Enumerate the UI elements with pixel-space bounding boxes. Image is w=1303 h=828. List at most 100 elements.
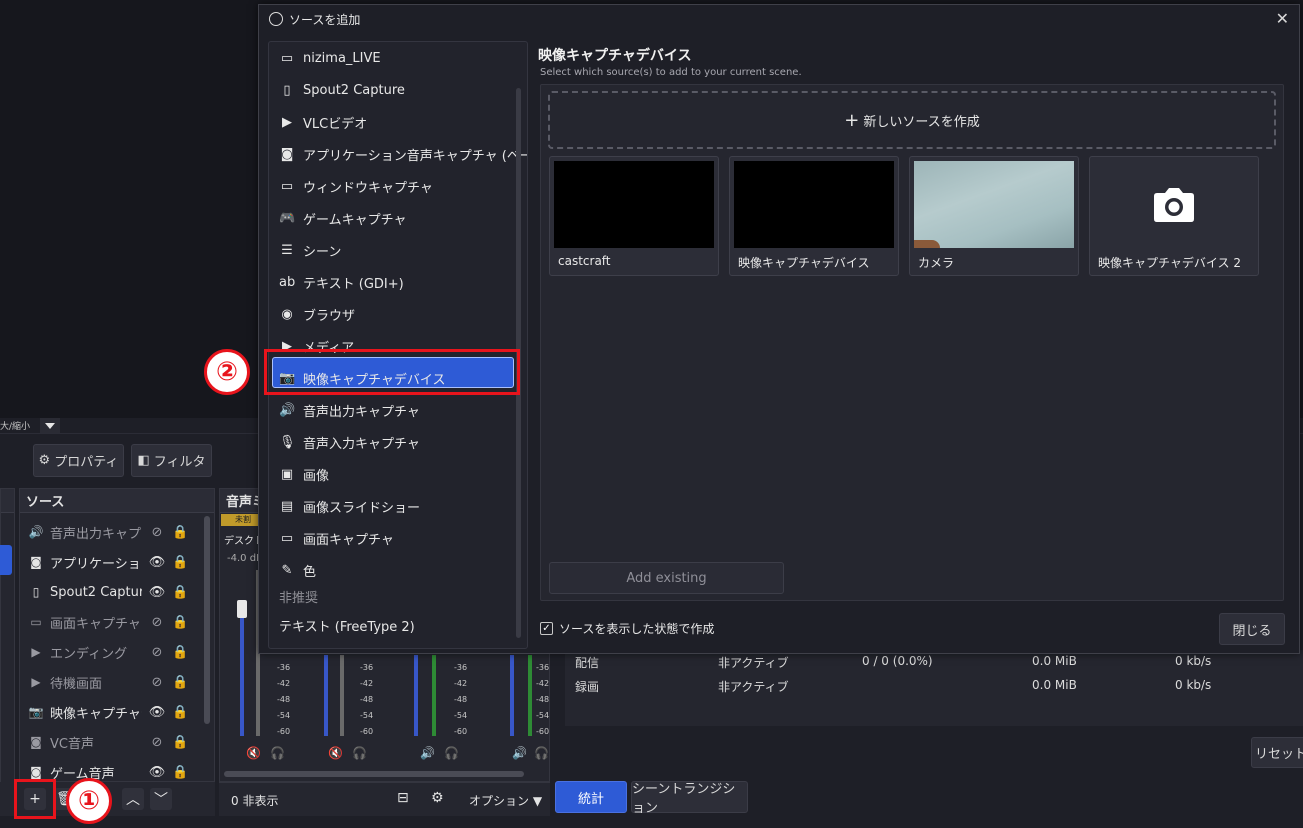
lock-icon[interactable]: 🔒 <box>172 675 188 690</box>
source-type-item[interactable]: ▯ Spout2 Capture <box>279 74 405 106</box>
eye-hidden-icon[interactable]: ⊘ <box>148 615 166 630</box>
eye-icon[interactable]: 👁 <box>148 765 166 780</box>
source-type-label: 色 <box>303 564 317 580</box>
source-item[interactable]: 📷 映像キャプチャデバ 👁 🔒 <box>28 697 208 727</box>
source-type-item[interactable]: ab テキスト (GDI+) <box>279 266 404 298</box>
visible-checkbox[interactable]: ✓ <box>540 622 553 635</box>
muted-speaker-icon[interactable]: 🔇 <box>246 746 261 760</box>
headphones-icon[interactable]: 🎧 <box>352 746 367 760</box>
source-item-label: 音声出力キャプチ <box>50 526 142 542</box>
mixer-scrollbar[interactable] <box>224 771 524 777</box>
zoom-dropdown[interactable] <box>40 418 60 433</box>
options-label: オプション <box>469 794 530 808</box>
source-type-item[interactable]: ▤ 画像スライドショー <box>279 490 420 522</box>
source-type-item[interactable]: ◙ アプリケーション音声キャプチャ (ベータ版) <box>279 138 527 170</box>
headphones-icon[interactable]: 🎧 <box>444 746 459 760</box>
source-item[interactable]: ▶ 待機画面 ⊘ 🔒 <box>28 667 208 697</box>
create-new-source-button[interactable]: + 新しいソースを作成 <box>548 91 1276 149</box>
source-type-item[interactable]: 🎮 ゲームキャプチャ <box>279 202 406 234</box>
eye-hidden-icon[interactable]: ⊘ <box>148 675 166 690</box>
close-button[interactable]: 閉じる <box>1219 613 1285 645</box>
meter-scale: -36 -42 -48 -54 -60 <box>277 663 291 736</box>
eye-icon[interactable]: 👁 <box>148 555 166 570</box>
existing-source-card[interactable]: 映像キャプチャデバイス 2 <box>1089 156 1259 276</box>
lock-icon[interactable]: 🔒 <box>172 765 188 780</box>
volume-meter <box>240 618 244 736</box>
meter-scale: -36 -42 -48 -54 -60 <box>360 663 374 736</box>
source-type-label: テキスト (GDI+) <box>303 276 404 292</box>
eye-icon[interactable]: 👁 <box>148 585 166 600</box>
source-type-item[interactable]: ◉ ブラウザ <box>279 298 355 330</box>
source-type-item[interactable]: ▶ VLCビデオ <box>279 106 367 138</box>
source-item[interactable]: ▭ 画面キャプチャ ⊘ 🔒 <box>28 607 208 637</box>
sources-dock-title: ソース <box>20 489 214 513</box>
source-item[interactable]: ▶ エンディング ⊘ 🔒 <box>28 637 208 667</box>
filters-button[interactable]: ◧ フィルタ <box>131 444 212 477</box>
source-item-label: エンディング <box>50 646 128 662</box>
source-item-label: VC音声 <box>50 736 94 752</box>
image-icon: ▣ <box>280 466 294 482</box>
zoom-label: 大/縮小 <box>0 422 31 432</box>
lock-icon[interactable]: 🔒 <box>172 705 188 720</box>
add-existing-button[interactable]: Add existing <box>549 562 784 594</box>
audio-output-icon: 🔊 <box>28 525 44 539</box>
source-item-label: Spout2 Capture <box>50 584 142 600</box>
move-down-button[interactable]: ﹀ <box>150 788 172 810</box>
dialog-titlebar: ソースを追加 <box>259 5 1299 33</box>
properties-button[interactable]: ⚙ プロパティ <box>33 444 124 477</box>
eye-hidden-icon[interactable]: ⊘ <box>148 525 166 540</box>
lock-icon[interactable]: 🔒 <box>172 735 188 750</box>
source-type-item[interactable]: ▭ 画面キャプチャ <box>279 522 394 554</box>
reset-button[interactable]: リセット <box>1251 737 1303 768</box>
source-type-item[interactable]: ✎ 色 <box>279 554 316 586</box>
move-up-button[interactable]: ︿ <box>122 788 144 810</box>
headphones-icon[interactable]: 🎧 <box>270 746 285 760</box>
source-type-item[interactable]: 🔊 音声出力キャプチャ <box>279 394 420 426</box>
obs-logo-icon <box>269 12 283 26</box>
speaker-icon[interactable]: 🔊 <box>420 746 435 760</box>
file-icon: ▯ <box>283 82 291 98</box>
eye-icon[interactable]: 👁 <box>148 705 166 720</box>
source-type-item[interactable]: ▭ ウィンドウキャプチャ <box>279 170 433 202</box>
existing-source-card[interactable]: 映像キャプチャデバイス <box>729 156 899 276</box>
mixer-settings-icon[interactable]: ⚙ <box>431 790 444 806</box>
lock-icon[interactable]: 🔒 <box>172 555 188 570</box>
sources-scrollbar[interactable] <box>204 516 210 724</box>
source-type-label: Spout2 Capture <box>303 82 405 98</box>
lock-icon[interactable]: 🔒 <box>172 645 188 660</box>
volume-slider-handle[interactable] <box>237 600 247 618</box>
source-item[interactable]: ◙ VC音声 ⊘ 🔒 <box>28 727 208 757</box>
visible-checkbox-row[interactable]: ✓ ソースを表示した状態で作成 <box>540 620 714 637</box>
muted-speaker-icon[interactable]: 🔇 <box>328 746 343 760</box>
source-item[interactable]: ◙ アプリケーション音声 👁 🔒 <box>28 547 208 577</box>
options-button[interactable]: オプション ▼ <box>469 792 542 809</box>
tab-stats[interactable]: 統計 <box>555 781 627 813</box>
source-type-item[interactable]: 🎙 音声入力キャプチャ <box>279 426 420 458</box>
eye-hidden-icon[interactable]: ⊘ <box>148 645 166 660</box>
source-type-item-freetype[interactable]: テキスト (FreeType 2) <box>279 609 415 641</box>
source-type-item[interactable]: ☰ シーン <box>279 234 341 266</box>
layout-icon[interactable]: ⊟ <box>397 790 409 806</box>
selected-scene[interactable] <box>0 545 12 575</box>
tab-scene-transitions[interactable]: シーントランジション <box>631 781 748 816</box>
annotation-box-add-button <box>14 779 56 819</box>
chevron-down-icon: ﹀ <box>154 792 168 808</box>
lock-icon[interactable]: 🔒 <box>172 585 188 600</box>
source-type-item[interactable]: ▣ 画像 <box>279 458 329 490</box>
source-item[interactable]: 🔊 音声出力キャプチ ⊘ 🔒 <box>28 517 208 547</box>
eye-hidden-icon[interactable]: ⊘ <box>148 735 166 750</box>
speaker-icon[interactable]: 🔊 <box>512 746 527 760</box>
source-item-label: 画面キャプチャ <box>50 616 141 632</box>
existing-source-card[interactable]: castcraft <box>549 156 719 276</box>
existing-source-card[interactable]: カメラ <box>909 156 1079 276</box>
stat-name: 配信 <box>575 656 600 670</box>
stat-frames: 0 / 0 (0.0%) <box>862 654 933 668</box>
lock-icon[interactable]: 🔒 <box>172 615 188 630</box>
source-item-label: 映像キャプチャデバ <box>50 706 142 722</box>
close-icon[interactable]: ✕ <box>1276 9 1289 28</box>
source-type-item[interactable]: ▭ nizima_LIVE <box>279 42 381 74</box>
lock-icon[interactable]: 🔒 <box>172 525 188 540</box>
stat-status: 非アクティブ <box>718 680 789 694</box>
source-item[interactable]: ▯ Spout2 Capture 👁 🔒 <box>28 577 208 607</box>
headphones-icon[interactable]: 🎧 <box>534 746 549 760</box>
